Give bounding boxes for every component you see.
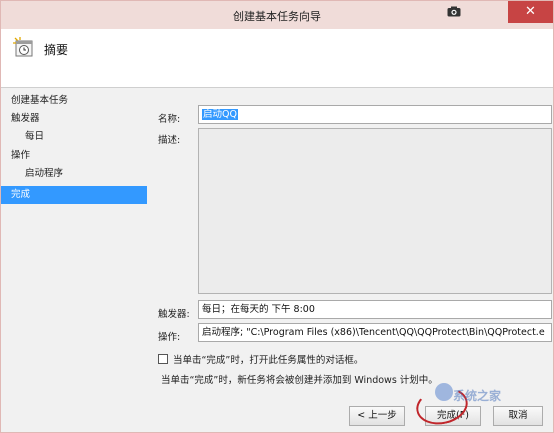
nav-step-label: 启动程序 — [25, 168, 64, 179]
description-field[interactable] — [198, 128, 552, 294]
open-properties-label[interactable]: 当单击“完成”时，打开此任务属性的对话框。 — [173, 352, 363, 366]
action-value: 启动程序; "C:\Program Files (x86)\Tencent\QQ… — [202, 327, 545, 338]
nav-step-label: 操作 — [11, 150, 31, 161]
nav-step-start-program[interactable]: 启动程序 — [1, 165, 147, 183]
watermark-text: 系统之家 — [453, 389, 502, 403]
nav-step-label: 每日 — [25, 131, 45, 142]
nav-step-finish[interactable]: 完成 — [1, 186, 147, 204]
nav-step-label: 完成 — [11, 189, 31, 200]
watermark-logo-icon — [435, 383, 453, 401]
window-title: 创建基本任务向导 — [233, 10, 321, 23]
nav-step-daily[interactable]: 每日 — [1, 128, 147, 146]
name-value: 启动QQ — [202, 109, 238, 120]
cancel-button[interactable]: 取消 — [493, 406, 543, 426]
page-title: 摘要 — [44, 43, 69, 57]
clock-task-icon — [13, 37, 33, 57]
trigger-label: 触发器: — [158, 309, 190, 320]
wizard-header: 摘要 — [1, 29, 553, 88]
action-summary-field: 启动程序; "C:\Program Files (x86)\Tencent\QQ… — [198, 323, 552, 342]
trigger-value: 每日；在每天的 下午 8:00 — [202, 304, 315, 315]
title-bar: 创建基本任务向导 ✕ — [1, 1, 553, 29]
action-label: 操作: — [158, 332, 181, 343]
close-button[interactable]: ✕ — [508, 1, 553, 23]
nav-step-create-task[interactable]: 创建基本任务 — [1, 92, 147, 110]
nav-step-label: 触发器 — [11, 113, 40, 124]
step-navigation: 创建基本任务 触发器 每日 操作 启动程序 完成 — [1, 88, 151, 432]
back-button[interactable]: < 上一步 — [349, 406, 405, 426]
name-field[interactable]: 启动QQ — [198, 105, 552, 124]
nav-step-label: 创建基本任务 — [11, 95, 69, 106]
wizard-window: 创建基本任务向导 ✕ 摘要 创建基本任务 触发器 每日 操作 启动程序 完成 名… — [0, 0, 554, 433]
open-properties-checkbox[interactable] — [158, 354, 168, 364]
description-label: 描述: — [158, 135, 181, 146]
nav-step-action[interactable]: 操作 — [1, 147, 147, 165]
trigger-summary-field: 每日；在每天的 下午 8:00 — [198, 300, 552, 319]
camera-icon — [447, 6, 461, 17]
nav-step-trigger[interactable]: 触发器 — [1, 110, 147, 128]
name-label: 名称: — [158, 114, 181, 125]
info-text: 当单击“完成”时，新任务将会被创建并添加到 Windows 计划中。 — [161, 375, 438, 386]
